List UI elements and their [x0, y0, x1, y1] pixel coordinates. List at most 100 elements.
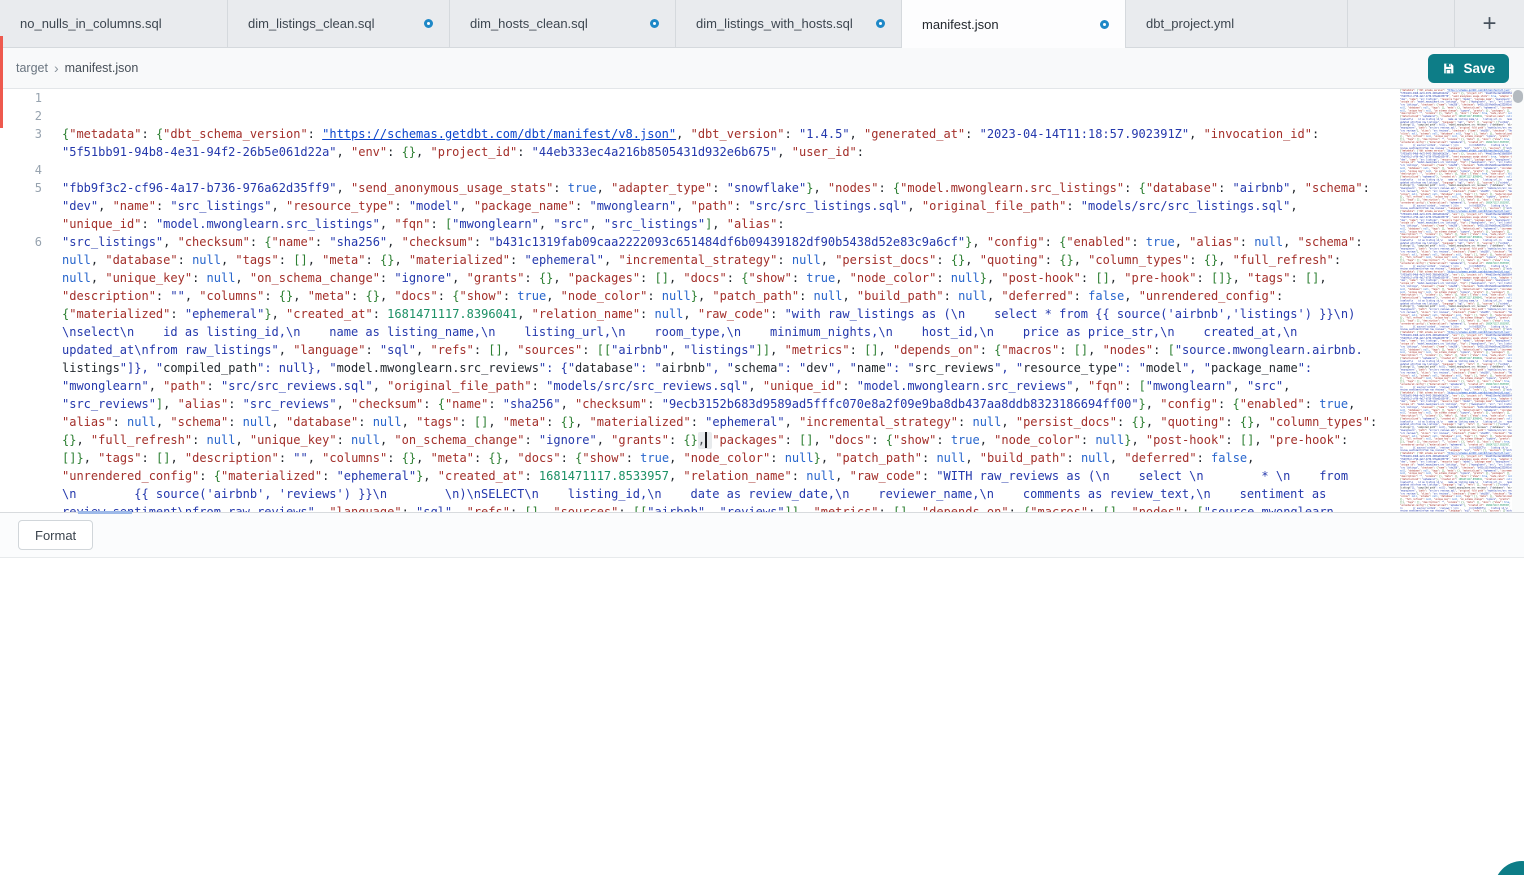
line-number: [0, 431, 55, 449]
line-number[interactable]: 5: [0, 179, 55, 197]
save-icon: [1442, 62, 1455, 75]
line-number[interactable]: 6: [0, 233, 55, 251]
code-row[interactable]: 6"src_listings", "checksum": {"name": "s…: [0, 233, 1400, 251]
line-number: [0, 251, 55, 269]
line-number: [0, 197, 55, 215]
format-bar: Format: [0, 512, 1524, 558]
unsaved-changes-dot-icon[interactable]: [424, 19, 433, 28]
code-row[interactable]: 1: [0, 89, 1400, 107]
tab-dim_listings_with_hosts-sql[interactable]: dim_listings_with_hosts.sql: [676, 0, 902, 47]
code-row[interactable]: listings"]}, "compiled_path": null}, "mo…: [0, 359, 1400, 377]
code-row[interactable]: "5f51bb91-94b8-4e31-94f2-26b5e061d22a", …: [0, 143, 1400, 161]
tab-no_nulls_in_columns-sql[interactable]: no_nulls_in_columns.sql: [0, 0, 228, 47]
line-number: [0, 503, 55, 512]
code-text: null, "database": null, "tags": [], "met…: [55, 251, 1400, 269]
line-number: [0, 287, 55, 305]
line-number: [0, 305, 55, 323]
tab-label: no_nulls_in_columns.sql: [20, 16, 162, 31]
code-row[interactable]: 5"fbb9f3c2-cf96-4a17-b736-976a62d35ff9",…: [0, 179, 1400, 197]
code-row[interactable]: review_sentiment\nfrom raw_reviews", "la…: [0, 503, 1400, 512]
code-text: [55, 161, 1400, 179]
unsaved-changes-dot-icon[interactable]: [650, 19, 659, 28]
unsaved-changes-dot-icon[interactable]: [876, 19, 885, 28]
tab-dim_hosts_clean-sql[interactable]: dim_hosts_clean.sql: [450, 0, 676, 47]
tab-bar: no_nulls_in_columns.sql dim_listings_clea…: [0, 0, 1524, 48]
code-row[interactable]: 3{"metadata": {"dbt_schema_version": "ht…: [0, 125, 1400, 143]
code-row[interactable]: {"materialized": "ephemeral"}, "created_…: [0, 305, 1400, 323]
line-number: [0, 341, 55, 359]
code-text: null, "unique_key": null, "on_schema_cha…: [55, 269, 1400, 287]
new-tab-area: +: [1455, 0, 1524, 47]
breadcrumb-folder: target: [16, 61, 48, 75]
code-text: {"metadata": {"dbt_schema_version": "htt…: [55, 125, 1400, 143]
code-row[interactable]: 2: [0, 107, 1400, 125]
tab-manifest-json[interactable]: manifest.json: [902, 0, 1126, 48]
code-editor[interactable]: 123{"metadata": {"dbt_schema_version": "…: [0, 89, 1524, 512]
tab-dbt_project-yml[interactable]: dbt_project.yml: [1126, 0, 1348, 47]
save-button[interactable]: Save: [1428, 54, 1509, 83]
editor-scrollbar-thumb[interactable]: [1513, 90, 1523, 103]
code-text: "src_listings", "checksum": {"name": "sh…: [55, 233, 1400, 251]
code-row[interactable]: "mwonglearn", "path": "src/src_reviews.s…: [0, 377, 1400, 395]
pane-resize-handle[interactable]: [78, 511, 132, 514]
code-text: listings"]}, "compiled_path": null}, "mo…: [55, 359, 1400, 377]
code-text: "unrendered_config": {"materialized": "e…: [55, 467, 1400, 485]
breadcrumb-file: manifest.json: [65, 61, 139, 75]
code-text: {"materialized": "ephemeral"}, "created_…: [55, 305, 1400, 323]
line-number: [0, 395, 55, 413]
chevron-right-icon: ›: [54, 60, 59, 76]
code-row[interactable]: 4: [0, 161, 1400, 179]
line-number[interactable]: 1: [0, 89, 55, 107]
line-number: [0, 449, 55, 467]
code-text: "fbb9f3c2-cf96-4a17-b736-976a62d35ff9", …: [55, 179, 1400, 197]
line-number[interactable]: 4: [0, 161, 55, 179]
code-text: "unique_id": "model.mwonglearn.src_listi…: [55, 215, 1400, 233]
line-number[interactable]: 2: [0, 107, 55, 125]
breadcrumb: target › manifest.json: [16, 60, 138, 76]
code-row[interactable]: "unrendered_config": {"materialized": "e…: [0, 467, 1400, 485]
minimap-content: {"metadata": {"dbt_schema_version": "htt…: [1400, 89, 1512, 512]
code-text: "dev", "name": "src_listings", "resource…: [55, 197, 1400, 215]
code-text: [55, 107, 1400, 125]
line-number: [0, 215, 55, 233]
code-text: review_sentiment\nfrom raw_reviews", "la…: [55, 503, 1400, 512]
code-row[interactable]: null, "database": null, "tags": [], "met…: [0, 251, 1400, 269]
results-pane: [0, 558, 1524, 874]
save-button-label: Save: [1463, 61, 1495, 76]
ide-window: no_nulls_in_columns.sql dim_listings_clea…: [0, 0, 1524, 875]
code-row[interactable]: []}, "tags": [], "description": "", "col…: [0, 449, 1400, 467]
code-row[interactable]: "alias": null, "schema": null, "database…: [0, 413, 1400, 431]
code-row[interactable]: null, "unique_key": null, "on_schema_cha…: [0, 269, 1400, 287]
code-text: \nselect\n id as listing_id,\n name as l…: [55, 323, 1400, 341]
line-number: [0, 377, 55, 395]
code-text: {}, "full_refresh": null, "unique_key": …: [55, 431, 1400, 449]
tab-label: dbt_project.yml: [1146, 16, 1234, 31]
tab-label: dim_hosts_clean.sql: [470, 16, 588, 31]
code-row[interactable]: \n {{ source('airbnb', 'reviews') }}\n \…: [0, 485, 1400, 503]
code-row[interactable]: "unique_id": "model.mwonglearn.src_listi…: [0, 215, 1400, 233]
tab-label: dim_listings_clean.sql: [248, 16, 374, 31]
code-row[interactable]: "dev", "name": "src_listings", "resource…: [0, 197, 1400, 215]
tab-bar-filler: [1348, 0, 1455, 47]
code-text: [55, 89, 1400, 107]
line-number[interactable]: 3: [0, 125, 55, 143]
code-row[interactable]: "description": "", "columns": {}, "meta"…: [0, 287, 1400, 305]
minimap[interactable]: {"metadata": {"dbt_schema_version": "htt…: [1400, 89, 1512, 512]
code-text: []}, "tags": [], "description": "", "col…: [55, 449, 1400, 467]
tab-dim_listings_clean-sql[interactable]: dim_listings_clean.sql: [228, 0, 450, 47]
code-row[interactable]: updated_at\nfrom raw_listings", "languag…: [0, 341, 1400, 359]
format-button[interactable]: Format: [18, 520, 93, 550]
code-text: \n {{ source('airbnb', 'reviews') }}\n \…: [55, 485, 1400, 503]
line-number: [0, 323, 55, 341]
code-text: "description": "", "columns": {}, "meta"…: [55, 287, 1400, 305]
line-number: [0, 359, 55, 377]
tab-label: dim_listings_with_hosts.sql: [696, 16, 853, 31]
unsaved-changes-dot-icon[interactable]: [1100, 20, 1109, 29]
code-row[interactable]: "src_reviews"], "alias": "src_reviews", …: [0, 395, 1400, 413]
tab-label: manifest.json: [922, 17, 999, 32]
code-row[interactable]: \nselect\n id as listing_id,\n name as l…: [0, 323, 1400, 341]
editor-scrollbar[interactable]: [1512, 89, 1524, 512]
line-number: [0, 485, 55, 503]
new-tab-plus-icon[interactable]: +: [1482, 12, 1496, 36]
line-number: [0, 467, 55, 485]
